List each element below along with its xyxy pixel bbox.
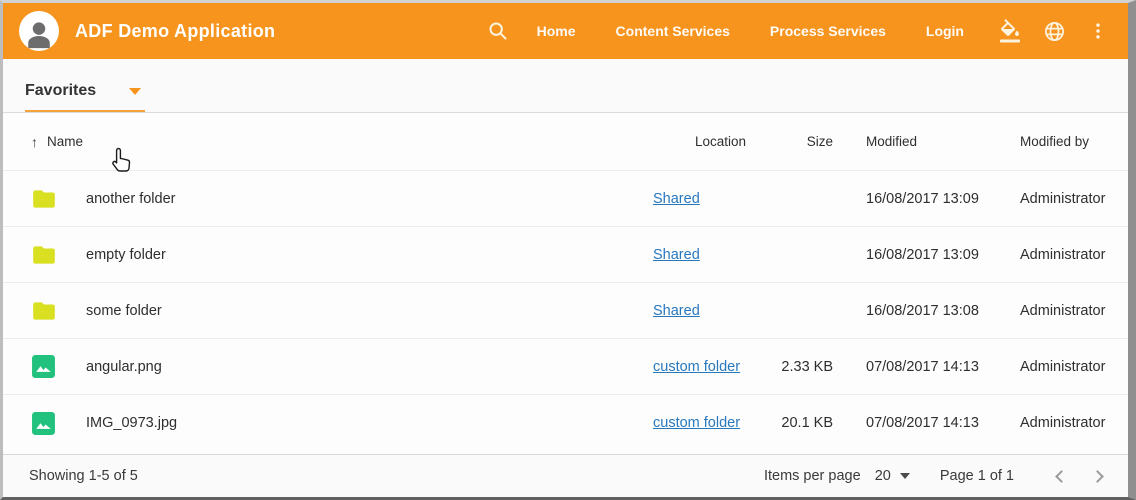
page-status-label: Page 1 of 1 xyxy=(940,468,1014,484)
chevron-left-icon xyxy=(1055,470,1068,483)
table-row[interactable]: angular.png custom folder 2.33 KB 07/08/… xyxy=(3,339,1128,395)
search-icon xyxy=(487,20,509,42)
column-header-name[interactable]: ↑ Name xyxy=(31,134,653,150)
modified-date: 07/08/2017 14:13 xyxy=(833,359,1018,375)
location-link[interactable]: Shared xyxy=(653,303,700,319)
search-button[interactable] xyxy=(485,18,511,44)
chevron-right-icon xyxy=(1091,470,1104,483)
more-vert-icon xyxy=(1088,21,1108,41)
modified-date: 07/08/2017 14:13 xyxy=(833,415,1018,431)
location-link[interactable]: Shared xyxy=(653,247,700,263)
color-fill-icon xyxy=(998,19,1022,43)
nav-item-process-services[interactable]: Process Services xyxy=(770,23,886,39)
modified-by: Administrator xyxy=(1018,415,1128,431)
previous-page-button[interactable] xyxy=(1048,463,1074,489)
folder-icon xyxy=(31,242,57,268)
folder-icon xyxy=(31,186,57,212)
column-header-location[interactable]: Location xyxy=(653,134,746,149)
theme-color-button[interactable] xyxy=(998,19,1022,43)
view-selector-label: Favorites xyxy=(25,82,96,100)
language-button[interactable] xyxy=(1042,19,1066,43)
items-per-page-label: Items per page xyxy=(764,468,861,484)
modified-date: 16/08/2017 13:09 xyxy=(833,247,1018,263)
modified-date: 16/08/2017 13:09 xyxy=(833,191,1018,207)
image-file-icon xyxy=(31,354,56,379)
location-link[interactable]: Shared xyxy=(653,191,700,207)
app-title: ADF Demo Application xyxy=(75,21,275,42)
pagination-bar: Showing 1-5 of 5 Items per page 20 Page … xyxy=(3,454,1128,497)
table-row[interactable]: another folder Shared 16/08/2017 13:09 A… xyxy=(3,171,1128,227)
table-row[interactable]: some folder Shared 16/08/2017 13:08 Admi… xyxy=(3,283,1128,339)
document-list: ↑ Name Location Size Modified Modified b… xyxy=(3,113,1128,454)
table-header-row: ↑ Name Location Size Modified Modified b… xyxy=(3,113,1128,171)
file-name: another folder xyxy=(86,191,653,207)
person-icon xyxy=(22,17,56,51)
column-header-modified[interactable]: Modified xyxy=(833,134,1018,149)
nav-item-content-services[interactable]: Content Services xyxy=(616,23,730,39)
file-size: 20.1 KB xyxy=(746,415,833,431)
app-header: ADF Demo Application Home Content Servic… xyxy=(3,3,1128,59)
table-row[interactable]: IMG_0973.jpg custom folder 20.1 KB 07/08… xyxy=(3,395,1128,451)
file-name: some folder xyxy=(86,303,653,319)
modified-by: Administrator xyxy=(1018,359,1128,375)
image-file-icon xyxy=(31,411,56,436)
column-header-name-label: Name xyxy=(47,134,83,149)
file-name: empty folder xyxy=(86,247,653,263)
column-header-modified-by[interactable]: Modified by xyxy=(1018,134,1128,149)
modified-by: Administrator xyxy=(1018,303,1128,319)
modified-date: 16/08/2017 13:08 xyxy=(833,303,1018,319)
user-avatar[interactable] xyxy=(19,11,59,51)
table-row[interactable]: empty folder Shared 16/08/2017 13:09 Adm… xyxy=(3,227,1128,283)
next-page-button[interactable] xyxy=(1084,463,1110,489)
folder-icon xyxy=(31,298,57,324)
nav-item-login[interactable]: Login xyxy=(926,23,964,39)
sort-ascending-icon: ↑ xyxy=(31,134,38,150)
location-link[interactable]: custom folder xyxy=(653,415,740,431)
chevron-down-icon xyxy=(129,88,141,95)
file-size: 2.33 KB xyxy=(746,359,833,375)
file-name: angular.png xyxy=(86,359,653,375)
nav-item-home[interactable]: Home xyxy=(537,23,576,39)
showing-range-label: Showing 1-5 of 5 xyxy=(29,468,138,484)
chevron-down-icon xyxy=(900,473,910,479)
more-menu-button[interactable] xyxy=(1086,19,1110,43)
items-per-page-value: 20 xyxy=(875,468,891,484)
appbar-icon-group xyxy=(998,19,1110,43)
globe-icon xyxy=(1043,20,1066,43)
modified-by: Administrator xyxy=(1018,191,1128,207)
main-nav: Home Content Services Process Services L… xyxy=(537,23,964,39)
column-header-size[interactable]: Size xyxy=(746,134,833,149)
location-link[interactable]: custom folder xyxy=(653,359,740,375)
view-selector-dropdown[interactable]: Favorites xyxy=(25,82,145,112)
app-window: ADF Demo Application Home Content Servic… xyxy=(0,0,1136,500)
items-per-page-select[interactable]: 20 xyxy=(875,468,910,484)
file-name: IMG_0973.jpg xyxy=(86,415,653,431)
view-toolbar: Favorites xyxy=(3,59,1128,113)
modified-by: Administrator xyxy=(1018,247,1128,263)
